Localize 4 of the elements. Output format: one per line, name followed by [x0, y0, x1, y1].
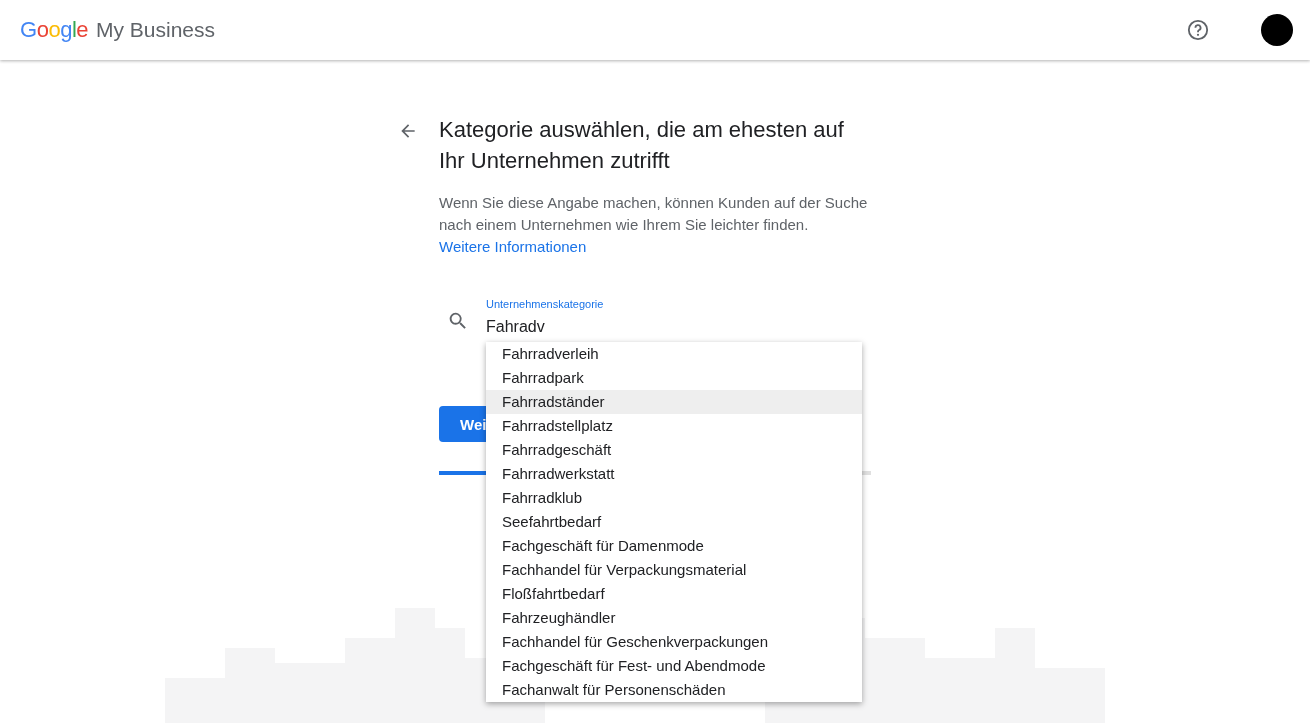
page-title: Kategorie auswählen, die am ehesten auf Ihr Unternehmen zutrifft	[439, 116, 845, 175]
description-text: Wenn Sie diese Angabe machen, können Kunden auf der Suche nach einem Unternehmen wie Ihrem Sie leichter finden. Weitere Informationen	[439, 193, 869, 257]
field-label: Unternehmenskategorie	[486, 298, 605, 310]
product-name: My Business	[96, 18, 216, 42]
